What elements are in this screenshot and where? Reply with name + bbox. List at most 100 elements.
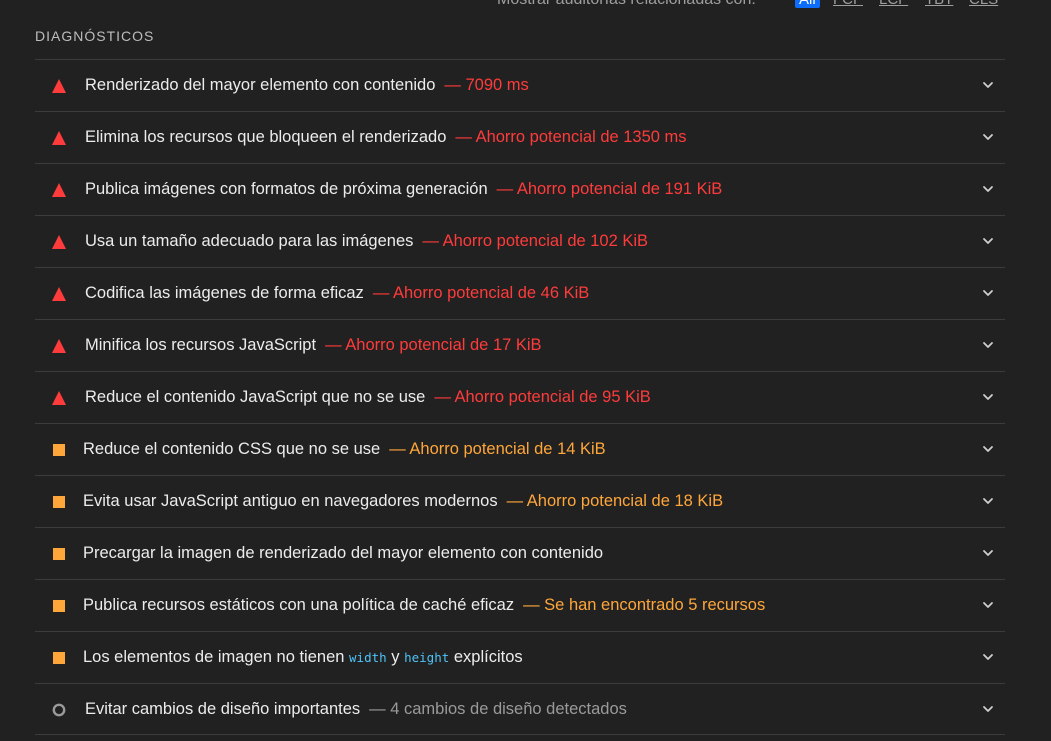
orange-square-icon (52, 443, 66, 457)
audit-separator: — (325, 336, 342, 354)
chevron-down-icon[interactable] (981, 442, 995, 456)
audit-display-value: Ahorro potencial de 18 KiB (526, 492, 724, 510)
red-triangle-icon (52, 391, 66, 405)
section-title: DIAGNÓSTICOS (35, 28, 155, 44)
audit-row[interactable]: Precargar la imagen de renderizado del m… (35, 527, 1005, 579)
audit-separator: — (506, 492, 524, 510)
audit-separator: — (444, 76, 461, 94)
audit-title: Precargar la imagen de renderizado del m… (83, 544, 604, 562)
audit-title: explícitos (453, 648, 523, 666)
audit-row[interactable]: Publica recursos estáticos con una polít… (35, 579, 1005, 631)
audit-title: Codifica las imágenes de forma eficaz (85, 284, 364, 302)
audit-title: Publica recursos estáticos con una polít… (83, 596, 515, 614)
chevron-down-icon[interactable] (981, 78, 995, 92)
audit-display-value: 4 cambios de diseño detectados (390, 700, 627, 718)
audit-row[interactable]: Usa un tamaño adecuado para las imágenes… (35, 215, 1005, 267)
chevron-down-icon[interactable] (981, 338, 995, 352)
chevron-down-icon[interactable] (981, 130, 995, 144)
audit-title: Reduce el contenido JavaScript que no se… (85, 388, 426, 406)
red-triangle-icon (52, 183, 66, 197)
audit-row[interactable]: Publica imágenes con formatos de próxima… (35, 163, 1005, 215)
audit-text: Evita usar JavaScript antiguo en navegad… (83, 492, 723, 511)
filter-lcp[interactable]: LCP (879, 0, 908, 8)
chevron-down-icon[interactable] (981, 286, 995, 300)
audit-display-value: Ahorro potencial de 1350 ms (475, 128, 687, 146)
filter-tbt[interactable]: TBT (925, 0, 953, 8)
red-triangle-icon (52, 339, 66, 353)
audit-title: Publica imágenes con formatos de próxima… (85, 180, 488, 198)
audit-text: Usa un tamaño adecuado para las imágenes… (85, 232, 648, 251)
audit-row[interactable]: Los elementos de imagen no tienen width … (35, 631, 1005, 683)
audit-title: Evita usar JavaScript antiguo en navegad… (83, 492, 498, 510)
audit-text: Precargar la imagen de renderizado del m… (83, 544, 603, 563)
audit-text: Evitar cambios de diseño importantes — 4 … (85, 700, 627, 719)
red-triangle-icon (52, 235, 66, 249)
chevron-down-icon[interactable] (981, 494, 995, 508)
audit-separator: — (372, 284, 390, 302)
audit-display-value: Ahorro potencial de 46 KiB (393, 284, 590, 302)
audit-separator: — (422, 232, 439, 250)
audit-separator: — (455, 128, 472, 146)
chevron-down-icon[interactable] (981, 650, 995, 664)
code-token: width (349, 650, 387, 665)
audit-title: Elimina los recursos que bloqueen el ren… (85, 128, 447, 146)
orange-square-icon (52, 651, 66, 665)
audit-text: Renderizado del mayor elemento con conte… (85, 76, 529, 95)
audit-row[interactable]: Minifica los recursos JavaScript — Ahorro… (35, 319, 1005, 371)
audit-row[interactable]: Reduce el contenido JavaScript que no se… (35, 371, 1005, 423)
audit-text: Reduce el contenido CSS que no se use — A… (83, 440, 606, 459)
audit-text: Codifica las imágenes de forma eficaz — A… (85, 284, 589, 303)
audit-title: Minifica los recursos JavaScript (85, 336, 317, 354)
audit-display-value: Ahorro potencial de 191 KiB (516, 180, 723, 198)
audit-separator: — (369, 700, 386, 718)
filter-all[interactable]: All (795, 0, 820, 8)
audit-separator: — (434, 388, 451, 406)
audit-row[interactable]: Elimina los recursos que bloqueen el ren… (35, 111, 1005, 163)
chevron-down-icon[interactable] (981, 546, 995, 560)
orange-square-icon (52, 547, 66, 561)
audit-display-value: Ahorro potencial de 14 KiB (409, 440, 606, 458)
audit-text: Publica imágenes con formatos de próxima… (85, 180, 722, 199)
audit-title: Renderizado del mayor elemento con conte… (85, 76, 436, 94)
audit-title: Evitar cambios de diseño importantes (85, 700, 361, 718)
audit-row[interactable]: Evita usar JavaScript antiguo en navegad… (35, 475, 1005, 527)
audit-display-value: Ahorro potencial de 17 KiB (345, 336, 542, 354)
audit-display-value: Ahorro potencial de 102 KiB (442, 232, 649, 250)
chevron-down-icon[interactable] (981, 598, 995, 612)
code-token: height (404, 650, 450, 665)
orange-square-icon (52, 495, 66, 509)
audit-row[interactable]: Codifica las imágenes de forma eficaz — A… (35, 267, 1005, 319)
audit-title: Usa un tamaño adecuado para las imágenes (85, 232, 414, 250)
audit-separator: — (523, 596, 540, 614)
audit-text: Reduce el contenido JavaScript que no se… (85, 388, 651, 407)
audit-separator: — (389, 440, 406, 458)
audit-display-value: 7090 ms (465, 76, 529, 94)
audit-display-value: Se han encontrado 5 recursos (544, 596, 766, 614)
filter-cls[interactable]: CLS (969, 0, 998, 8)
audit-separator: — (496, 180, 514, 198)
audit-text: Minifica los recursos JavaScript — Ahorro… (85, 336, 542, 355)
audit-row[interactable]: Reduce el contenido CSS que no se use — A… (35, 423, 1005, 475)
chevron-down-icon[interactable] (981, 182, 995, 196)
audit-display-value: Ahorro potencial de 95 KiB (454, 388, 651, 406)
filter-label: Mostrar auditorías relacionadas con: (497, 0, 756, 9)
chevron-down-icon[interactable] (981, 702, 995, 716)
gray-circle-icon (52, 703, 66, 717)
chevron-down-icon[interactable] (981, 234, 995, 248)
red-triangle-icon (52, 79, 66, 93)
audit-list: Renderizado del mayor elemento con conte… (35, 59, 1005, 735)
audit-text: Los elementos de imagen no tienen width … (83, 648, 523, 667)
orange-square-icon (52, 599, 66, 613)
audit-text: Elimina los recursos que bloqueen el ren… (85, 128, 687, 147)
chevron-down-icon[interactable] (981, 390, 995, 404)
audit-row[interactable]: Evitar cambios de diseño importantes — 4 … (35, 683, 1005, 735)
audit-title: y (391, 648, 400, 666)
filter-fcp[interactable]: FCP (833, 0, 863, 8)
red-triangle-icon (52, 131, 66, 145)
red-triangle-icon (52, 287, 66, 301)
audit-title: Los elementos de imagen no tienen (83, 648, 345, 666)
audit-title: Reduce el contenido CSS que no se use (83, 440, 381, 458)
audit-row[interactable]: Renderizado del mayor elemento con conte… (35, 59, 1005, 111)
audit-text: Publica recursos estáticos con una polít… (83, 596, 765, 615)
audit-filter-bar: Mostrar auditorías relacionadas con: All… (0, 0, 1051, 11)
